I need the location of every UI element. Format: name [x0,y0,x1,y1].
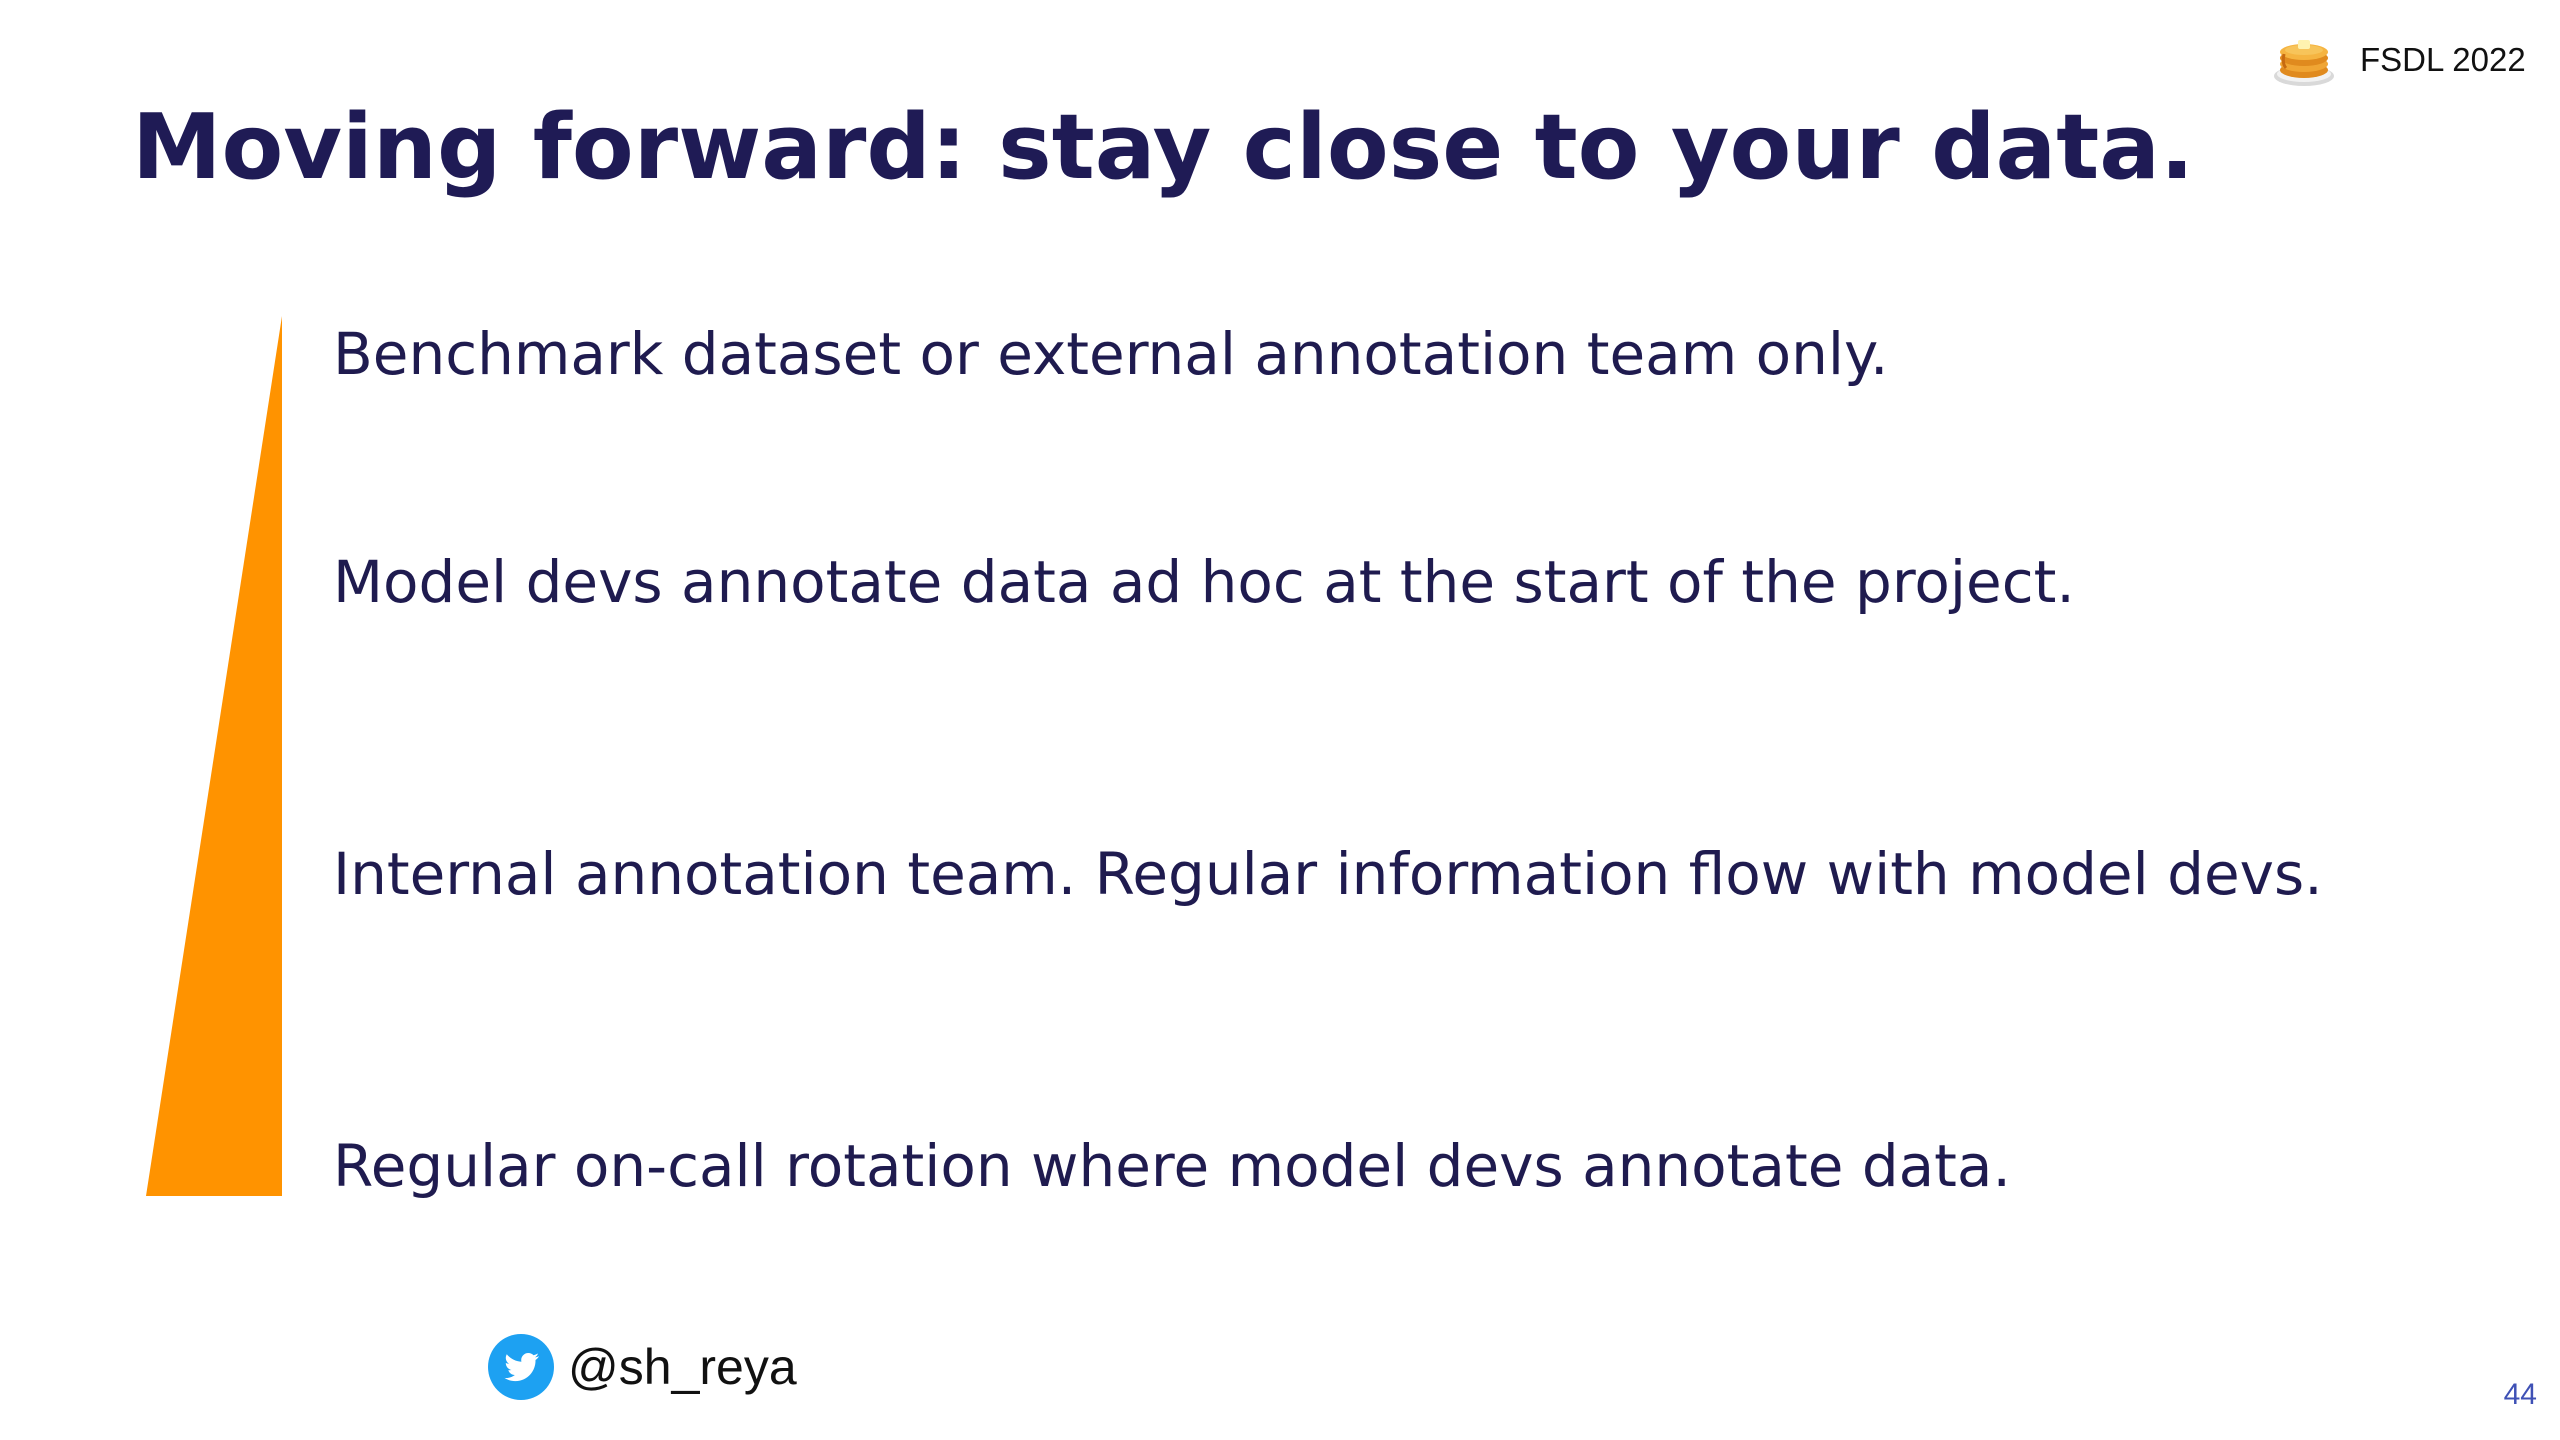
list-item: Internal annotation team. Regular inform… [333,840,2323,908]
twitter-handle-link[interactable]: @sh_reya [488,1334,797,1400]
slide: Moving forward: stay close to your data.… [0,0,2560,1440]
list-item: Benchmark dataset or external annotation… [333,320,1889,388]
list-item: Regular on-call rotation where model dev… [333,1132,2011,1200]
progression-triangle [146,316,282,1196]
pancakes-icon [2274,40,2334,86]
twitter-handle: @sh_reya [568,1339,797,1395]
slide-title: Moving forward: stay close to your data. [132,95,2195,200]
list-item: Model devs annotate data ad hoc at the s… [333,548,2075,616]
brand-badge: FSDL 2022 [2272,30,2526,90]
brand-label: FSDL 2022 [2360,41,2526,78]
page-number: 44 [2503,1378,2537,1411]
twitter-icon [488,1334,554,1400]
